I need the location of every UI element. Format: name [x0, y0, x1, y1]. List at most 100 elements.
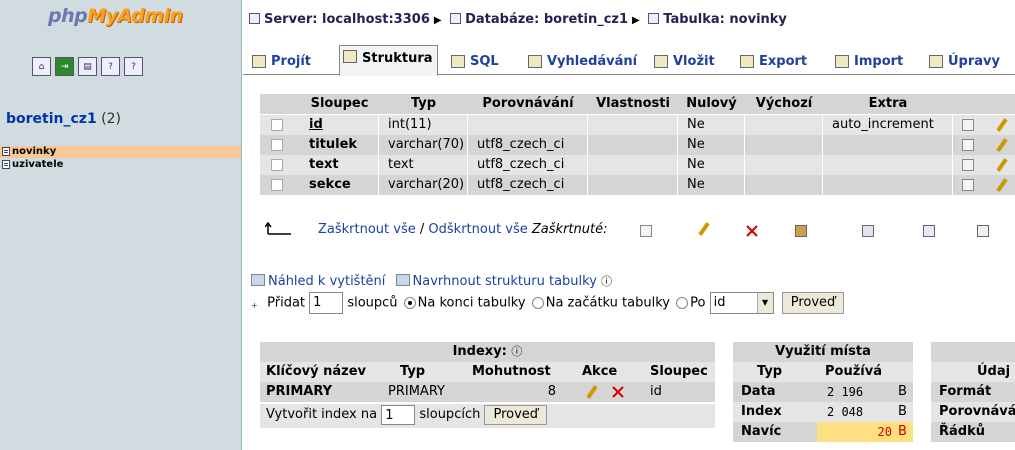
- mysql-docs-icon[interactable]: ?: [124, 57, 143, 76]
- left-frame: phpMyAdmin ⌂ ⇥ ▤ ? ? boretin_cz1 (2) nov…: [0, 0, 242, 450]
- col-header: Sloupec: [300, 94, 379, 114]
- browse-distinct-icon[interactable]: [962, 119, 974, 131]
- chevron-down-icon: ▼: [756, 293, 773, 313]
- create-index-count[interactable]: 1: [381, 404, 416, 425]
- indexes-panel: Indexy: ⓘ Klíčový název Typ Mohutnost Ak…: [260, 342, 715, 428]
- documentation-icon[interactable]: ?: [101, 57, 120, 76]
- column-name: text: [309, 155, 379, 175]
- col-header: Nulový: [678, 94, 745, 114]
- create-index-go-button[interactable]: Proveď: [484, 404, 548, 425]
- database-link[interactable]: boretin_cz1 (2): [6, 111, 121, 127]
- col-header: Typ: [379, 94, 468, 114]
- row-checkbox[interactable]: [271, 159, 283, 171]
- phpmyadmin-logo[interactable]: phpMyAdmin: [48, 5, 183, 27]
- tab-structure[interactable]: Struktura: [339, 45, 438, 76]
- browse-distinct-icon[interactable]: [962, 139, 974, 151]
- tab-export[interactable]: Export: [737, 51, 811, 75]
- exit-icon[interactable]: ⇥: [55, 57, 74, 76]
- add-column-form: + Přidat 1 sloupců Na konci tabulky Na z…: [251, 292, 845, 316]
- help-icon[interactable]: ⓘ: [511, 345, 522, 358]
- sql-icon: [451, 55, 465, 68]
- add-column-count[interactable]: 1: [309, 292, 344, 314]
- radio-at-end[interactable]: [403, 296, 416, 309]
- help-icon[interactable]: ⓘ: [601, 275, 612, 288]
- indexes-title: Indexy: ⓘ: [260, 342, 715, 362]
- radio-after[interactable]: [676, 296, 689, 309]
- table-row: sekce varchar(20) utf8_czech_ci Ne: [260, 175, 1015, 195]
- column-name: id: [309, 115, 379, 135]
- arrow-ltr-icon: [265, 222, 291, 235]
- propose-icon: [395, 274, 410, 286]
- breadcrumb-database[interactable]: Databáze: boretin_cz1: [465, 12, 628, 27]
- table-icon: [648, 13, 660, 24]
- after-column-select[interactable]: id ▼: [709, 292, 774, 314]
- browse-icon: [252, 55, 266, 68]
- browse-distinct-icon[interactable]: [962, 179, 974, 191]
- breadcrumb-server[interactable]: Server: localhost:3306: [264, 12, 430, 27]
- table-row: Data 2 196 B: [733, 382, 913, 402]
- tab-import[interactable]: Import: [832, 51, 907, 75]
- tab-insert[interactable]: Vložit: [651, 51, 719, 75]
- check-all-link[interactable]: Zaškrtnout vše: [318, 222, 416, 237]
- drop-icon[interactable]: [746, 225, 758, 237]
- structure-table: Sloupec Typ Porovnávání Vlastnosti Nulov…: [260, 94, 1015, 215]
- breadcrumb: Server: localhost:3306 ▶ Databáze: boreti…: [249, 12, 787, 27]
- row-statistics-panel: Údaj Formát Porovnává Řádků: [931, 342, 1015, 442]
- add-column-go-button[interactable]: Proveď: [781, 292, 845, 314]
- table-icon: [2, 147, 10, 156]
- unique-icon[interactable]: [862, 225, 874, 237]
- table-row: titulek varchar(70) utf8_czech_ci Ne: [260, 135, 1015, 155]
- primary-key-icon[interactable]: [795, 225, 807, 237]
- main-frame: Server: localhost:3306 ▶ Databáze: boreti…: [243, 0, 1015, 450]
- tab-operations[interactable]: Úpravy: [926, 51, 1004, 75]
- export-icon: [740, 55, 754, 68]
- tab-sql[interactable]: SQL: [448, 51, 503, 75]
- print-view-link[interactable]: Náhled k vytištění: [268, 274, 385, 289]
- home-icon[interactable]: ⌂: [32, 57, 51, 76]
- col-header: Výchozí: [745, 94, 823, 114]
- edit-icon[interactable]: [996, 138, 1008, 152]
- browse-icon[interactable]: [640, 225, 652, 237]
- propose-structure-link[interactable]: Navrhnout strukturu tabulky: [413, 274, 597, 289]
- add-column-icon: +: [251, 300, 258, 310]
- row-checkbox[interactable]: [271, 179, 283, 191]
- table-row: text text utf8_czech_ci Ne: [260, 155, 1015, 175]
- table-row: id int(11) Ne auto_increment: [260, 115, 1015, 135]
- database-icon: [450, 13, 462, 24]
- print-icon: [251, 274, 265, 286]
- insert-icon: [654, 55, 668, 68]
- edit-icon[interactable]: [698, 222, 710, 236]
- left-icon-bar: ⌂ ⇥ ▤ ? ?: [32, 57, 143, 76]
- fulltext-icon[interactable]: [977, 225, 989, 237]
- col-header: Extra: [823, 94, 953, 114]
- selection-row: Zaškrtnout vše / Odškrtnout vše Zaškrtnu…: [260, 220, 1015, 240]
- tab-search[interactable]: Vyhledávání: [525, 51, 641, 75]
- print-links: Náhled k vytištění Navrhnout strukturu t…: [251, 273, 612, 289]
- col-header: Porovnávání: [468, 94, 588, 114]
- col-header: Vlastnosti: [588, 94, 678, 114]
- browse-distinct-icon[interactable]: [962, 159, 974, 171]
- edit-icon[interactable]: [996, 178, 1008, 192]
- edit-icon[interactable]: [586, 385, 598, 399]
- row-checkbox[interactable]: [271, 119, 283, 131]
- row-checkbox[interactable]: [271, 139, 283, 151]
- tab-bar: Projít Struktura SQL Vyhledávání Vložit …: [243, 41, 1015, 76]
- structure-icon: [343, 50, 357, 63]
- column-name: sekce: [309, 175, 379, 195]
- index-header-row: Klíčový název Typ Mohutnost Akce Sloupec: [260, 362, 715, 382]
- index-icon[interactable]: [923, 225, 935, 237]
- drop-icon[interactable]: [612, 386, 624, 398]
- sidebar-item-novinky[interactable]: novinky: [0, 146, 241, 158]
- table-row: Navíc 20 B: [733, 422, 913, 442]
- edit-icon[interactable]: [996, 118, 1008, 132]
- sql-query-icon[interactable]: ▤: [78, 57, 97, 76]
- tab-browse[interactable]: Projít: [249, 51, 315, 75]
- table-row: PRIMARY PRIMARY 8 id: [260, 382, 715, 402]
- breadcrumb-table[interactable]: Tabulka: novinky: [663, 12, 787, 27]
- radio-at-start[interactable]: [531, 296, 544, 309]
- sidebar-item-uzivatele[interactable]: uzivatele: [0, 159, 241, 171]
- table-icon: [2, 160, 10, 169]
- uncheck-all-link[interactable]: Odškrtnout vše: [428, 222, 527, 237]
- edit-icon[interactable]: [996, 158, 1008, 172]
- server-icon: [249, 13, 260, 24]
